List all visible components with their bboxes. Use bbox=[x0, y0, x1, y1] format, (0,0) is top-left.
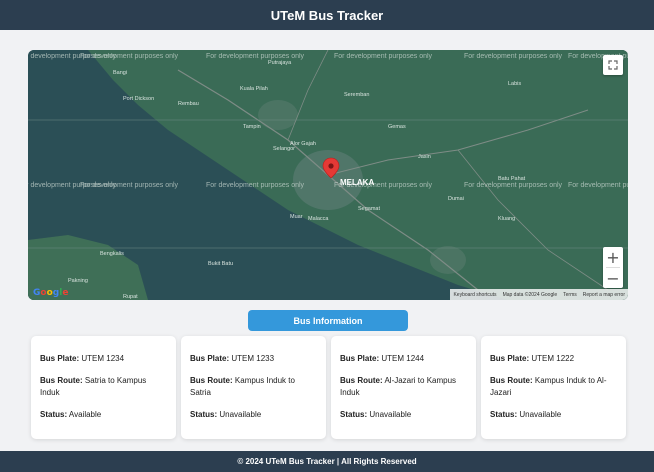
bus-card: Bus Plate: UTEM 1234 Bus Route: Satria t… bbox=[31, 336, 176, 439]
keyboard-shortcuts-link[interactable]: Keyboard shortcuts bbox=[453, 292, 496, 298]
bus-route: Bus Route: Satria to Kampus Induk bbox=[40, 375, 167, 399]
bus-route-label: Bus Route: bbox=[490, 376, 533, 385]
map-canvas[interactable]: Bangi Putrajaya Kuala Pilah Seremban Port Di… bbox=[28, 50, 628, 300]
bus-status-label: Status: bbox=[340, 410, 368, 419]
bus-status-value: Available bbox=[68, 410, 102, 419]
map-place-label: Bukit Batu bbox=[208, 261, 233, 267]
map-place-label: Seremban bbox=[344, 92, 369, 98]
zoom-in-button[interactable]: + bbox=[603, 247, 623, 267]
bus-route: Bus Route: Al-Jazari to Kampus Induk bbox=[340, 375, 467, 399]
google-logo[interactable]: Google bbox=[33, 288, 68, 298]
fullscreen-button[interactable] bbox=[603, 55, 623, 75]
map-watermark: For development purposes only bbox=[206, 53, 305, 60]
map-place-label: Jasin bbox=[418, 154, 431, 160]
bus-status-value: Unavailable bbox=[519, 410, 562, 419]
page-title: UTeM Bus Tracker bbox=[270, 7, 384, 23]
report-map-error-link[interactable]: Report a map error bbox=[583, 292, 625, 298]
bus-status: Status: Unavailable bbox=[190, 409, 317, 421]
bus-card: Bus Plate: UTEM 1244 Bus Route: Al-Jazar… bbox=[331, 336, 476, 439]
bus-plate-value: UTEM 1244 bbox=[381, 354, 425, 363]
bus-status-label: Status: bbox=[40, 410, 68, 419]
bus-route: Bus Route: Kampus Induk to Satria bbox=[190, 375, 317, 399]
map-place-label: Kluang bbox=[498, 216, 515, 222]
map-place-label: Labis bbox=[508, 81, 521, 87]
app-header: UTeM Bus Tracker bbox=[0, 0, 654, 30]
bus-plate: Bus Plate: UTEM 1234 bbox=[40, 353, 167, 365]
map-city-label: MELAKA bbox=[340, 178, 374, 187]
map-place-label: Rupat bbox=[123, 294, 138, 300]
bus-route-label: Bus Route: bbox=[190, 376, 233, 385]
bus-route-label: Bus Route: bbox=[40, 376, 83, 385]
bus-card: Bus Plate: UTEM 1222 Bus Route: Kampus I… bbox=[481, 336, 626, 439]
map-attribution: Keyboard shortcuts Map data ©2024 Google… bbox=[450, 289, 628, 300]
zoom-control: + − bbox=[603, 247, 623, 288]
bus-plate: Bus Plate: UTEM 1222 bbox=[490, 353, 617, 365]
bus-plate: Bus Plate: UTEM 1244 bbox=[340, 353, 467, 365]
map-place-label: Rembau bbox=[178, 101, 199, 107]
map-watermark: For development purposes only bbox=[464, 53, 563, 60]
map-watermark: For development purposes only bbox=[464, 182, 563, 189]
terms-link[interactable]: Terms bbox=[563, 292, 577, 298]
bus-card: Bus Plate: UTEM 1233 Bus Route: Kampus I… bbox=[181, 336, 326, 439]
map-place-label: Dumai bbox=[448, 196, 464, 202]
bus-status-label: Status: bbox=[190, 410, 218, 419]
map-place-label: Selangor bbox=[273, 146, 295, 152]
bus-status: Status: Available bbox=[40, 409, 167, 421]
map-place-label: Tampin bbox=[243, 124, 261, 130]
zoom-out-button[interactable]: − bbox=[603, 268, 623, 288]
copyright-text: © 2024 UTeM Bus Tracker | All Rights Res… bbox=[237, 457, 417, 466]
map-place-label: Pakning bbox=[68, 278, 88, 284]
map-watermark: For development purposes only bbox=[80, 182, 179, 189]
page-footer: © 2024 UTeM Bus Tracker | All Rights Res… bbox=[0, 451, 654, 472]
bus-plate-value: UTEM 1222 bbox=[531, 354, 575, 363]
bus-status: Status: Unavailable bbox=[340, 409, 467, 421]
map-watermark: For development purposes only bbox=[568, 182, 628, 189]
bus-plate: Bus Plate: UTEM 1233 bbox=[190, 353, 317, 365]
bus-status: Status: Unavailable bbox=[490, 409, 617, 421]
bus-plate-label: Bus Plate: bbox=[40, 354, 80, 363]
bus-status-value: Unavailable bbox=[219, 410, 262, 419]
bus-plate-value: UTEM 1233 bbox=[231, 354, 275, 363]
bus-status-value: Unavailable bbox=[369, 410, 412, 419]
bus-route-label: Bus Route: bbox=[340, 376, 383, 385]
bus-plate-label: Bus Plate: bbox=[340, 354, 380, 363]
bus-status-label: Status: bbox=[490, 410, 518, 419]
map-place-label: Kuala Pilah bbox=[240, 86, 268, 92]
map-place-label: Putrajaya bbox=[268, 60, 292, 66]
bus-plate-label: Bus Plate: bbox=[190, 354, 230, 363]
map-watermark: For development purposes only bbox=[206, 182, 305, 189]
map-place-label: Port Dickson bbox=[123, 96, 154, 102]
bus-plate-label: Bus Plate: bbox=[490, 354, 530, 363]
map-place-label: Segamat bbox=[358, 206, 380, 212]
fullscreen-icon bbox=[608, 60, 618, 70]
map-urban-area bbox=[258, 100, 298, 130]
bus-cards: Bus Plate: UTEM 1234 Bus Route: Satria t… bbox=[31, 336, 627, 439]
map-place-label: Malacca bbox=[308, 216, 329, 222]
bus-information-button[interactable]: Bus Information bbox=[248, 310, 408, 331]
map-place-label: Muar bbox=[290, 214, 303, 220]
bus-plate-value: UTEM 1234 bbox=[81, 354, 125, 363]
map-place-label: Bangi bbox=[113, 70, 127, 76]
map-urban-area bbox=[430, 246, 466, 274]
map-watermark: For development purposes only bbox=[80, 53, 179, 60]
map-place-label: Gemas bbox=[388, 124, 406, 130]
map-watermark: For development purposes only bbox=[334, 53, 433, 60]
map-data-text: Map data ©2024 Google bbox=[502, 291, 558, 298]
map[interactable]: Bangi Putrajaya Kuala Pilah Seremban Port Di… bbox=[28, 50, 628, 300]
map-place-label: Bengkalis bbox=[100, 251, 124, 257]
bus-route: Bus Route: Kampus Induk to Al-Jazari bbox=[490, 375, 617, 399]
